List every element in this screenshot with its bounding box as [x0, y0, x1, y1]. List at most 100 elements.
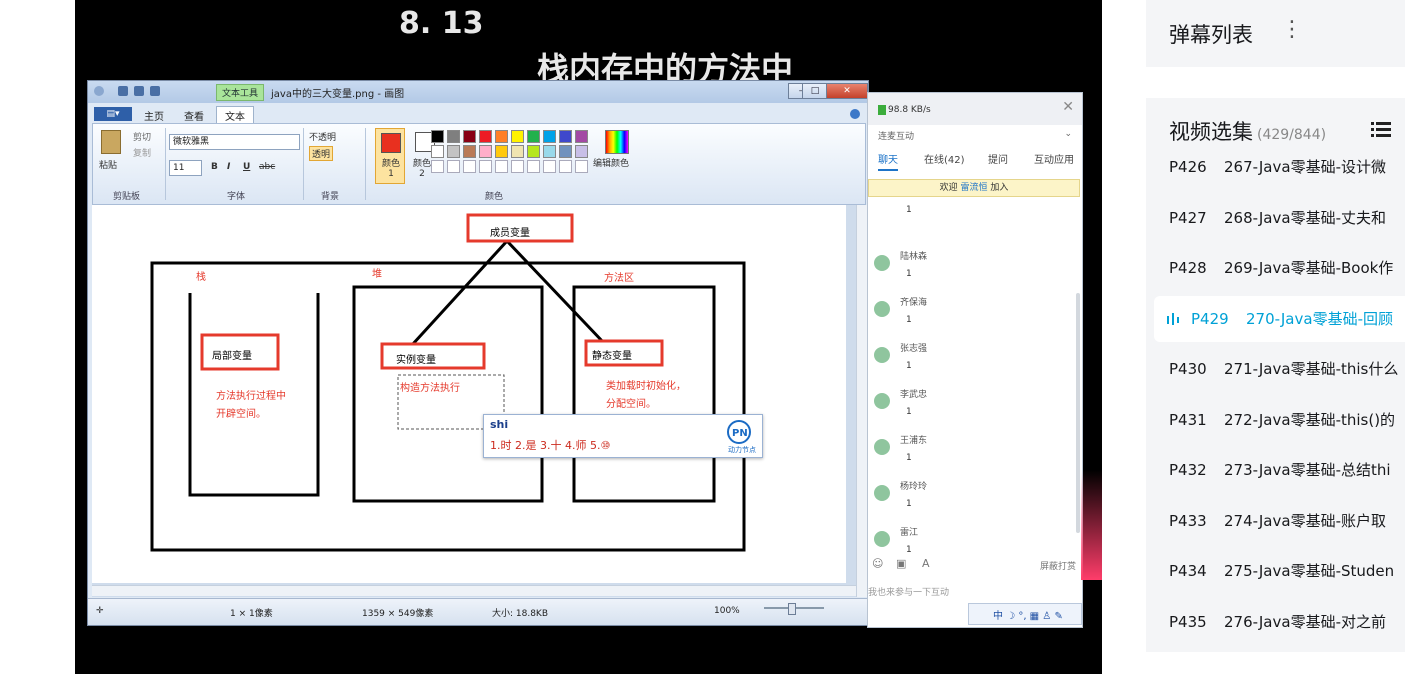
close-button[interactable]: ✕: [826, 83, 868, 99]
episode-item[interactable]: P435 276-Java零基础-对之前: [1146, 599, 1405, 645]
palette-swatch[interactable]: [431, 130, 444, 143]
background-group-label: 背景: [321, 192, 340, 202]
episode-title: 275-Java零基础-Studen: [1224, 562, 1395, 580]
ime-candidates[interactable]: 1.时 2.是 3.十 4.师 5.⑩: [490, 437, 610, 453]
cut-button[interactable]: 剪切: [133, 130, 151, 143]
episode-item-current[interactable]: P429 270-Java零基础-回顾: [1154, 295, 1405, 342]
palette-empty-swatch[interactable]: [495, 160, 508, 173]
episode-item[interactable]: P426 267-Java零基础-设计微: [1146, 144, 1405, 190]
palette-empty-swatch[interactable]: [575, 160, 588, 173]
drawing-canvas[interactable]: [92, 205, 856, 585]
list-view-icon[interactable]: [1371, 121, 1393, 137]
tab-view[interactable]: 查看: [176, 107, 212, 124]
video-player[interactable]: 8. 13 栈内存中的方法中 文本工具 java中的三大变量.png - 画图 …: [75, 0, 1102, 674]
transparent-option[interactable]: 透明: [309, 146, 334, 161]
palette-swatch[interactable]: [559, 145, 572, 158]
palette-swatch[interactable]: [447, 130, 460, 143]
chat-text: 1: [906, 205, 912, 215]
episode-number: P430: [1169, 360, 1207, 378]
palette-swatch[interactable]: [559, 130, 572, 143]
episode-item[interactable]: P428 269-Java零基础-Book作: [1146, 245, 1405, 291]
canvas-vertical-scrollbar[interactable]: [856, 205, 867, 597]
maximize-button[interactable]: □: [802, 83, 828, 99]
save-icon[interactable]: [118, 86, 128, 96]
palette-empty-swatch[interactable]: [479, 160, 492, 173]
tab-apps[interactable]: 互动应用: [1034, 151, 1074, 166]
more-menu-icon[interactable]: ⋮: [1281, 17, 1303, 42]
episode-item[interactable]: P434 275-Java零基础-Studen: [1146, 548, 1405, 594]
drawing-canvas-area[interactable]: 成员变量 栈 堆 方法区 局部变量 实例变量 静态变量 方法执行过程中 开辟空间…: [92, 205, 856, 597]
paste-button[interactable]: 粘贴: [99, 158, 117, 171]
font-size-select[interactable]: 11: [169, 160, 202, 176]
episode-item[interactable]: P432 273-Java零基础-总结thi: [1146, 447, 1405, 493]
italic-button[interactable]: I: [227, 162, 230, 172]
palette-swatch[interactable]: [431, 145, 444, 158]
copy-button[interactable]: 复制: [133, 146, 151, 159]
chevron-down-icon[interactable]: ⌄: [1064, 129, 1072, 139]
chat-input[interactable]: 我也来参与一下互动: [868, 579, 1082, 601]
avatar: [874, 347, 890, 363]
edit-colors-icon[interactable]: [605, 130, 629, 154]
palette-empty-swatch[interactable]: [527, 160, 540, 173]
image-icon[interactable]: ▣: [896, 557, 906, 570]
strikethrough-button[interactable]: abc: [259, 162, 275, 172]
episode-item[interactable]: P433 274-Java零基础-账户取: [1146, 498, 1405, 544]
close-icon[interactable]: ✕: [1062, 99, 1074, 115]
palette-empty-swatch[interactable]: [511, 160, 524, 173]
episode-item[interactable]: P431 272-Java零基础-this()的: [1146, 397, 1405, 443]
help-icon[interactable]: [850, 109, 860, 119]
palette-swatch[interactable]: [479, 145, 492, 158]
tab-home[interactable]: 主页: [136, 107, 172, 124]
episode-item[interactable]: P427 268-Java零基础-丈夫和: [1146, 195, 1405, 241]
palette-swatch[interactable]: [543, 130, 556, 143]
zoom-slider-thumb[interactable]: [788, 603, 796, 615]
text-tools-context-tab: 文本工具: [216, 84, 265, 101]
clipboard-group-label: 剪贴板: [113, 192, 141, 202]
ime-candidate-popup[interactable]: shi 1.时 2.是 3.十 4.师 5.⑩ PN 动力节点: [483, 414, 763, 458]
tab-online[interactable]: 在线(42): [924, 151, 965, 166]
canvas-horizontal-scrollbar[interactable]: [92, 585, 856, 596]
palette-swatch[interactable]: [511, 145, 524, 158]
emoji-icon[interactable]: ☺: [872, 557, 883, 570]
palette-empty-swatch[interactable]: [431, 160, 444, 173]
tab-text[interactable]: 文本: [216, 106, 254, 124]
palette-swatch[interactable]: [463, 145, 476, 158]
font-family-select[interactable]: 微软雅黑: [169, 134, 300, 150]
active-tab-indicator: [878, 169, 898, 171]
palette-swatch[interactable]: [495, 145, 508, 158]
tab-chat[interactable]: 聊天: [878, 151, 898, 166]
palette-swatch[interactable]: [575, 130, 588, 143]
palette-swatch[interactable]: [575, 145, 588, 158]
font-icon[interactable]: A: [922, 557, 930, 570]
danmu-list-header[interactable]: 弹幕列表 ⋮: [1146, 0, 1405, 67]
paint-window-title: java中的三大变量.png - 画图: [271, 89, 405, 100]
palette-swatch[interactable]: [495, 130, 508, 143]
palette-swatch[interactable]: [511, 130, 524, 143]
ime-status-bar[interactable]: 中 ☽ °, ▦ ♙ ✎: [968, 603, 1082, 625]
episode-item[interactable]: P430 271-Java零基础-this什么: [1146, 346, 1405, 392]
chat-message: 杨玲玲 1: [874, 465, 1074, 511]
palette-empty-swatch[interactable]: [543, 160, 556, 173]
undo-icon[interactable]: [134, 86, 144, 96]
tab-questions[interactable]: 提问: [988, 151, 1008, 166]
bold-button[interactable]: B: [211, 162, 218, 172]
decorative-glow: [1081, 470, 1102, 580]
file-menu-button[interactable]: ▤▾: [94, 107, 132, 121]
opaque-option[interactable]: 不透明: [309, 130, 336, 143]
edit-colors-button[interactable]: 编辑颜色: [593, 156, 629, 169]
palette-swatch[interactable]: [527, 130, 540, 143]
redo-icon[interactable]: [150, 86, 160, 96]
move-icon: ✛: [96, 606, 104, 616]
palette-empty-swatch[interactable]: [447, 160, 460, 173]
palette-empty-swatch[interactable]: [559, 160, 572, 173]
palette-swatch[interactable]: [447, 145, 460, 158]
palette-empty-swatch[interactable]: [463, 160, 476, 173]
palette-swatch[interactable]: [479, 130, 492, 143]
underline-button[interactable]: U: [243, 162, 250, 172]
chat-scrollbar[interactable]: [1076, 293, 1080, 533]
palette-swatch[interactable]: [543, 145, 556, 158]
palette-swatch[interactable]: [527, 145, 540, 158]
block-gifts-checkbox[interactable]: 屏蔽打赏: [1040, 559, 1076, 572]
palette-swatch[interactable]: [463, 130, 476, 143]
instance-desc[interactable]: 构造方法执行: [400, 379, 460, 394]
